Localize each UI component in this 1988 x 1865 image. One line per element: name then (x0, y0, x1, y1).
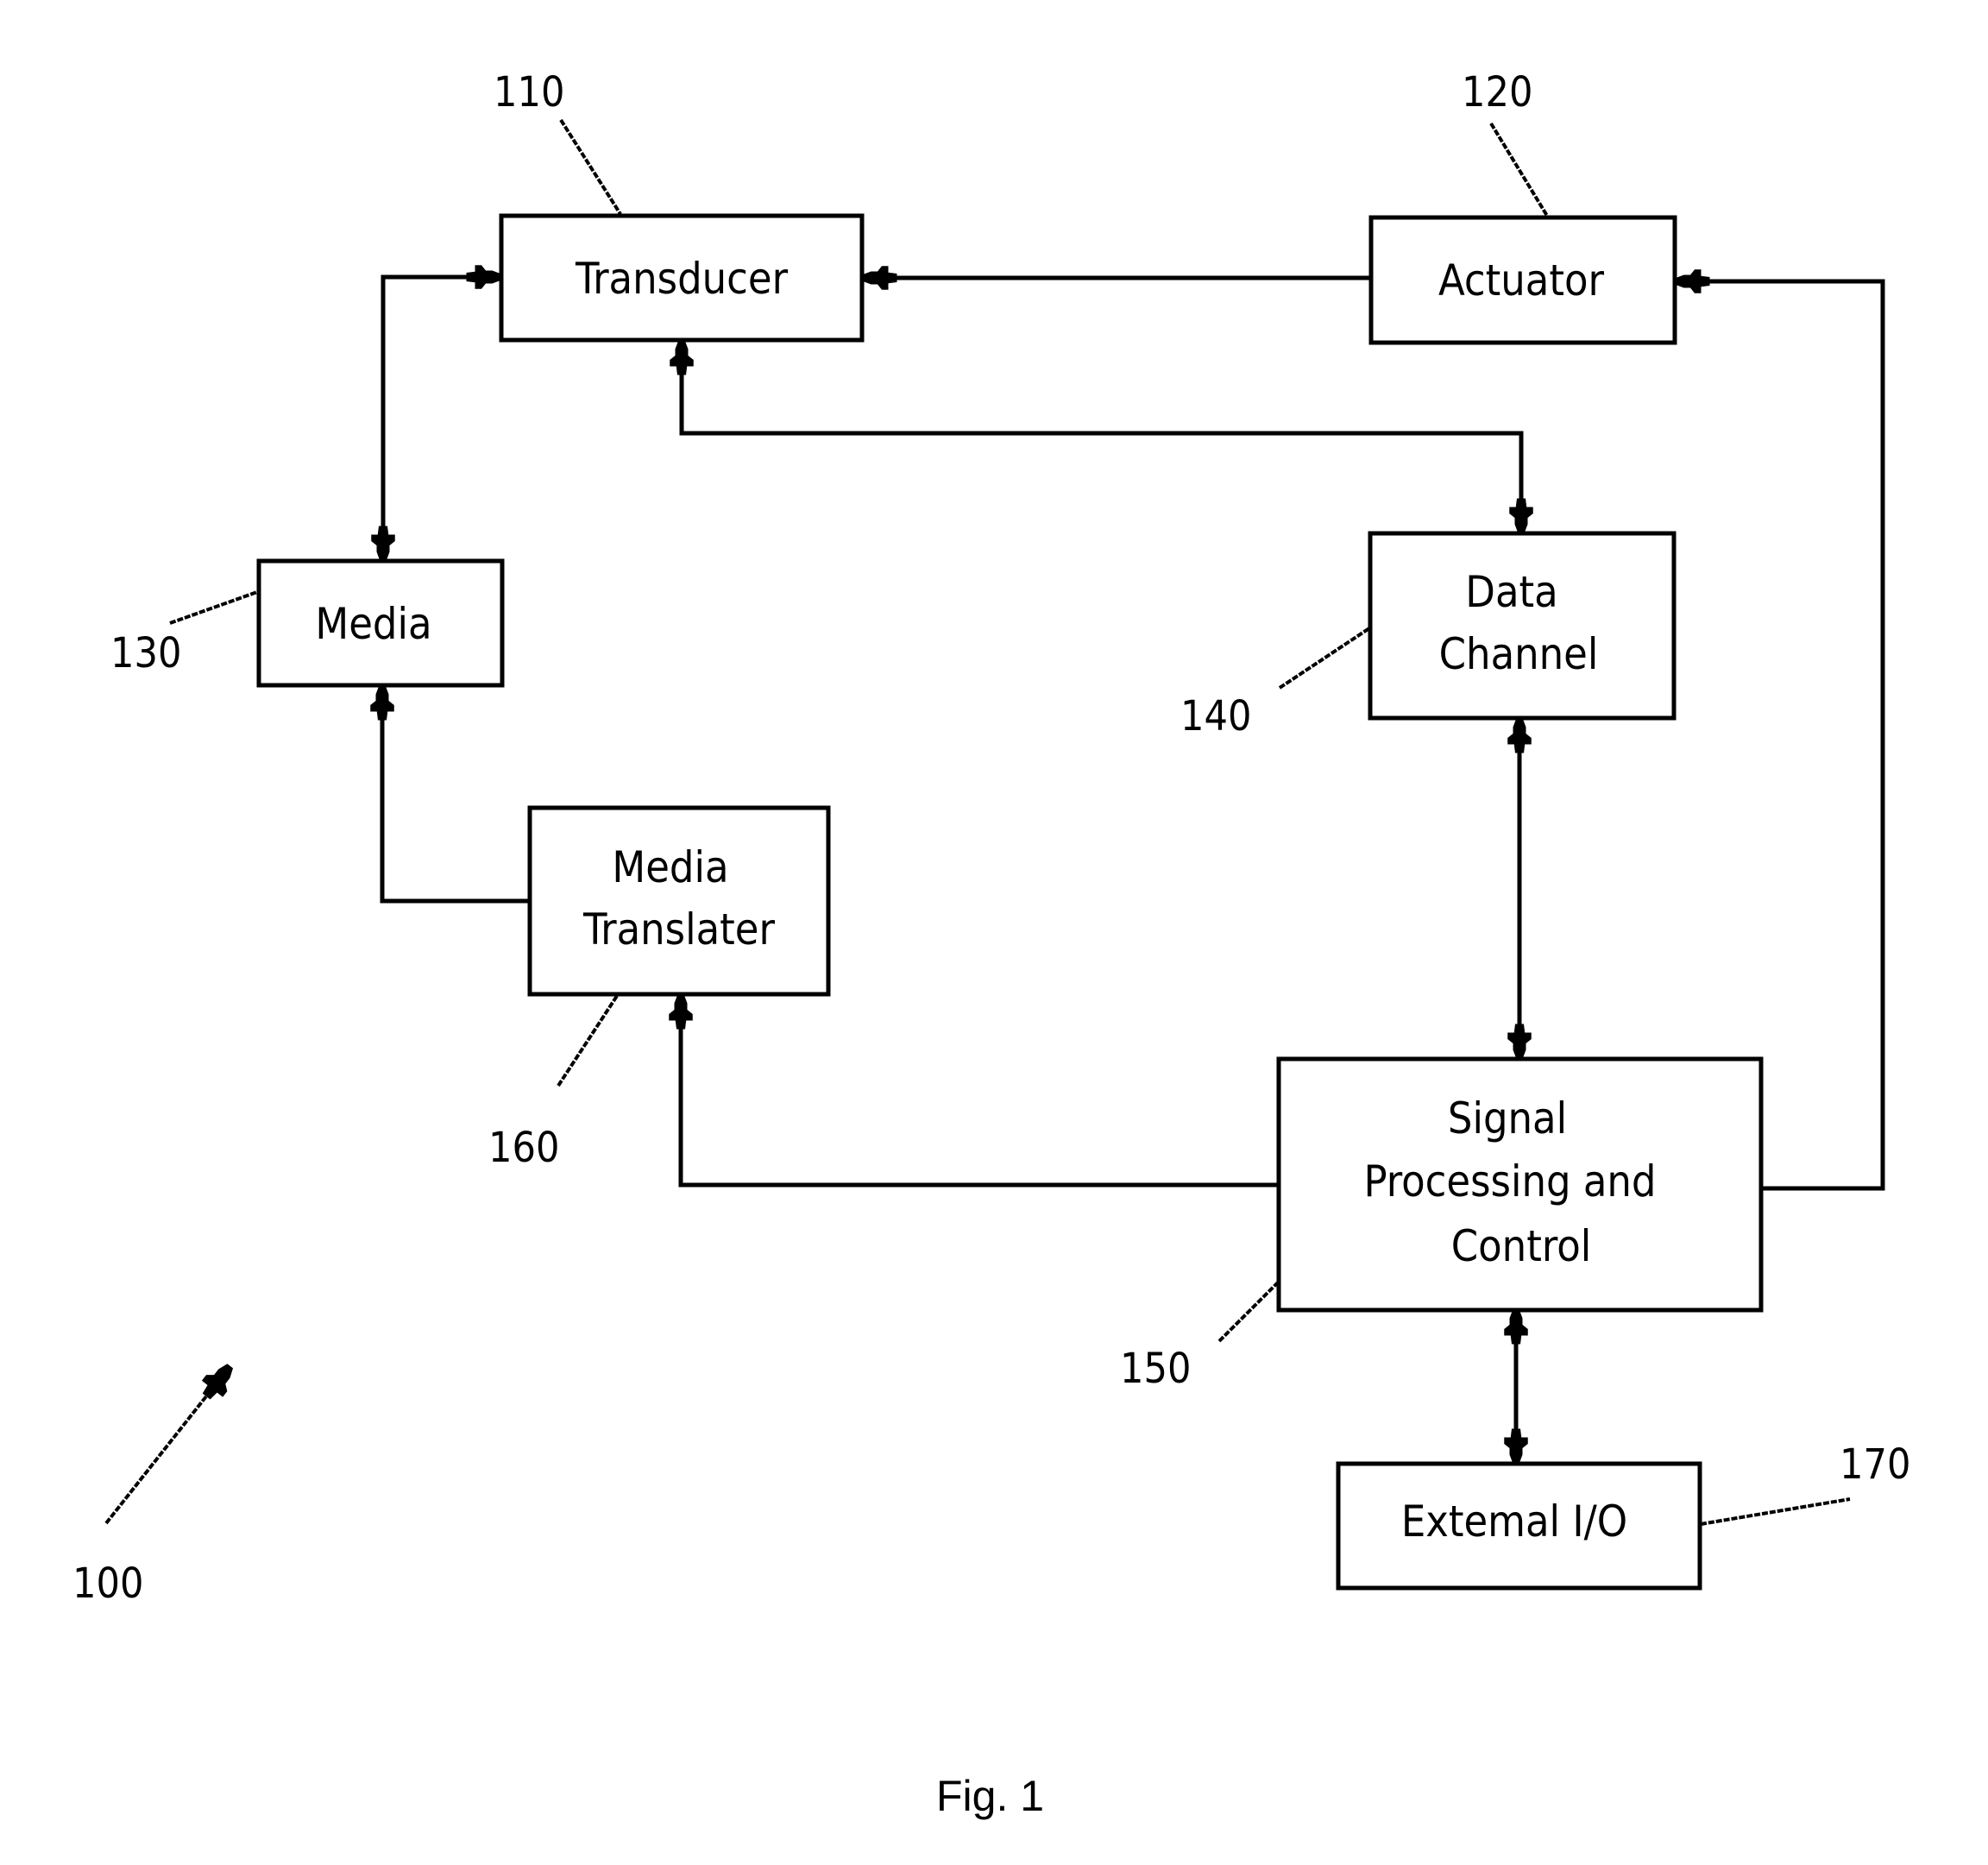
block-signal-processing[interactable]: Signal Processing and Control (1276, 1056, 1764, 1313)
arrowhead-into-media-bottom (370, 685, 394, 721)
ref-150: 150 (1120, 1345, 1191, 1393)
leader-150 (1217, 1281, 1280, 1343)
arrowhead-into-signal-top (1507, 1024, 1532, 1059)
arrowhead-into-transducer-right (862, 266, 897, 290)
data-channel-box[interactable] (1368, 531, 1677, 721)
wire-transducer-media (381, 274, 500, 560)
system-arrow-icon (201, 1364, 234, 1400)
figure-caption: Fig. 1 (936, 1772, 1044, 1820)
transducer-label: Transducer (575, 254, 789, 304)
block-data-channel[interactable]: Data Channel (1368, 531, 1677, 721)
block-external-io[interactable]: Extemal I/O (1336, 1461, 1702, 1591)
wire-signal-to-translater (678, 995, 1278, 1188)
signal-processing-label-line2: Processing and (1364, 1156, 1657, 1207)
arrowhead-into-data-channel-bottom (1507, 718, 1532, 753)
block-actuator[interactable]: Actuator (1368, 215, 1677, 345)
block-diagram: Transducer Actuator Media Data Channel M… (72, 68, 1910, 1820)
arrowhead-into-translater-bottom (669, 994, 693, 1030)
leader-110 (559, 118, 622, 216)
leader-100 (104, 1383, 217, 1525)
media-translater-label-line2: Translater (582, 904, 775, 955)
leader-120 (1489, 122, 1549, 217)
media-label: Media (315, 599, 431, 649)
leader-160 (557, 994, 619, 1087)
wire-translater-to-media (380, 686, 530, 904)
arrowhead-into-transducer-bottom (670, 340, 694, 375)
ref-170: 170 (1840, 1440, 1910, 1489)
ref-110: 110 (494, 68, 564, 117)
system-arrowhead (201, 1364, 234, 1400)
ref-130: 130 (110, 629, 181, 677)
arrowhead-into-transducer-left (466, 265, 501, 289)
data-channel-label-line1: Data (1465, 567, 1557, 617)
actuator-label: Actuator (1438, 255, 1604, 306)
leader-140 (1278, 627, 1371, 690)
arrowhead-into-data-channel-top (1509, 498, 1533, 533)
media-translater-label-line1: Media (612, 842, 728, 892)
block-transducer[interactable]: Transducer (499, 213, 865, 343)
media-translater-box[interactable] (527, 805, 831, 997)
arrowhead-into-media-top (371, 526, 395, 561)
wire-signal-to-actuator (1677, 279, 1885, 1191)
leader-170 (1700, 1497, 1851, 1526)
signal-processing-label-line3: Control (1451, 1221, 1591, 1271)
block-media[interactable]: Media (256, 558, 505, 688)
wire-transducer-datachannel (679, 341, 1524, 532)
ref-120: 120 (1462, 68, 1532, 117)
ref-140: 140 (1180, 692, 1251, 740)
signal-processing-label-line1: Signal (1448, 1093, 1567, 1144)
arrowhead-into-actuator (1675, 269, 1710, 293)
data-channel-label-line2: Channel (1439, 629, 1599, 679)
ref-100: 100 (72, 1559, 143, 1608)
arrowhead-into-signal-bottom (1504, 1309, 1528, 1345)
arrowhead-into-external-io (1504, 1428, 1528, 1464)
external-io-label: Extemal I/O (1401, 1496, 1627, 1547)
block-media-translater[interactable]: Media Translater (527, 805, 831, 997)
leader-130 (169, 590, 258, 625)
ref-160: 160 (488, 1124, 559, 1172)
